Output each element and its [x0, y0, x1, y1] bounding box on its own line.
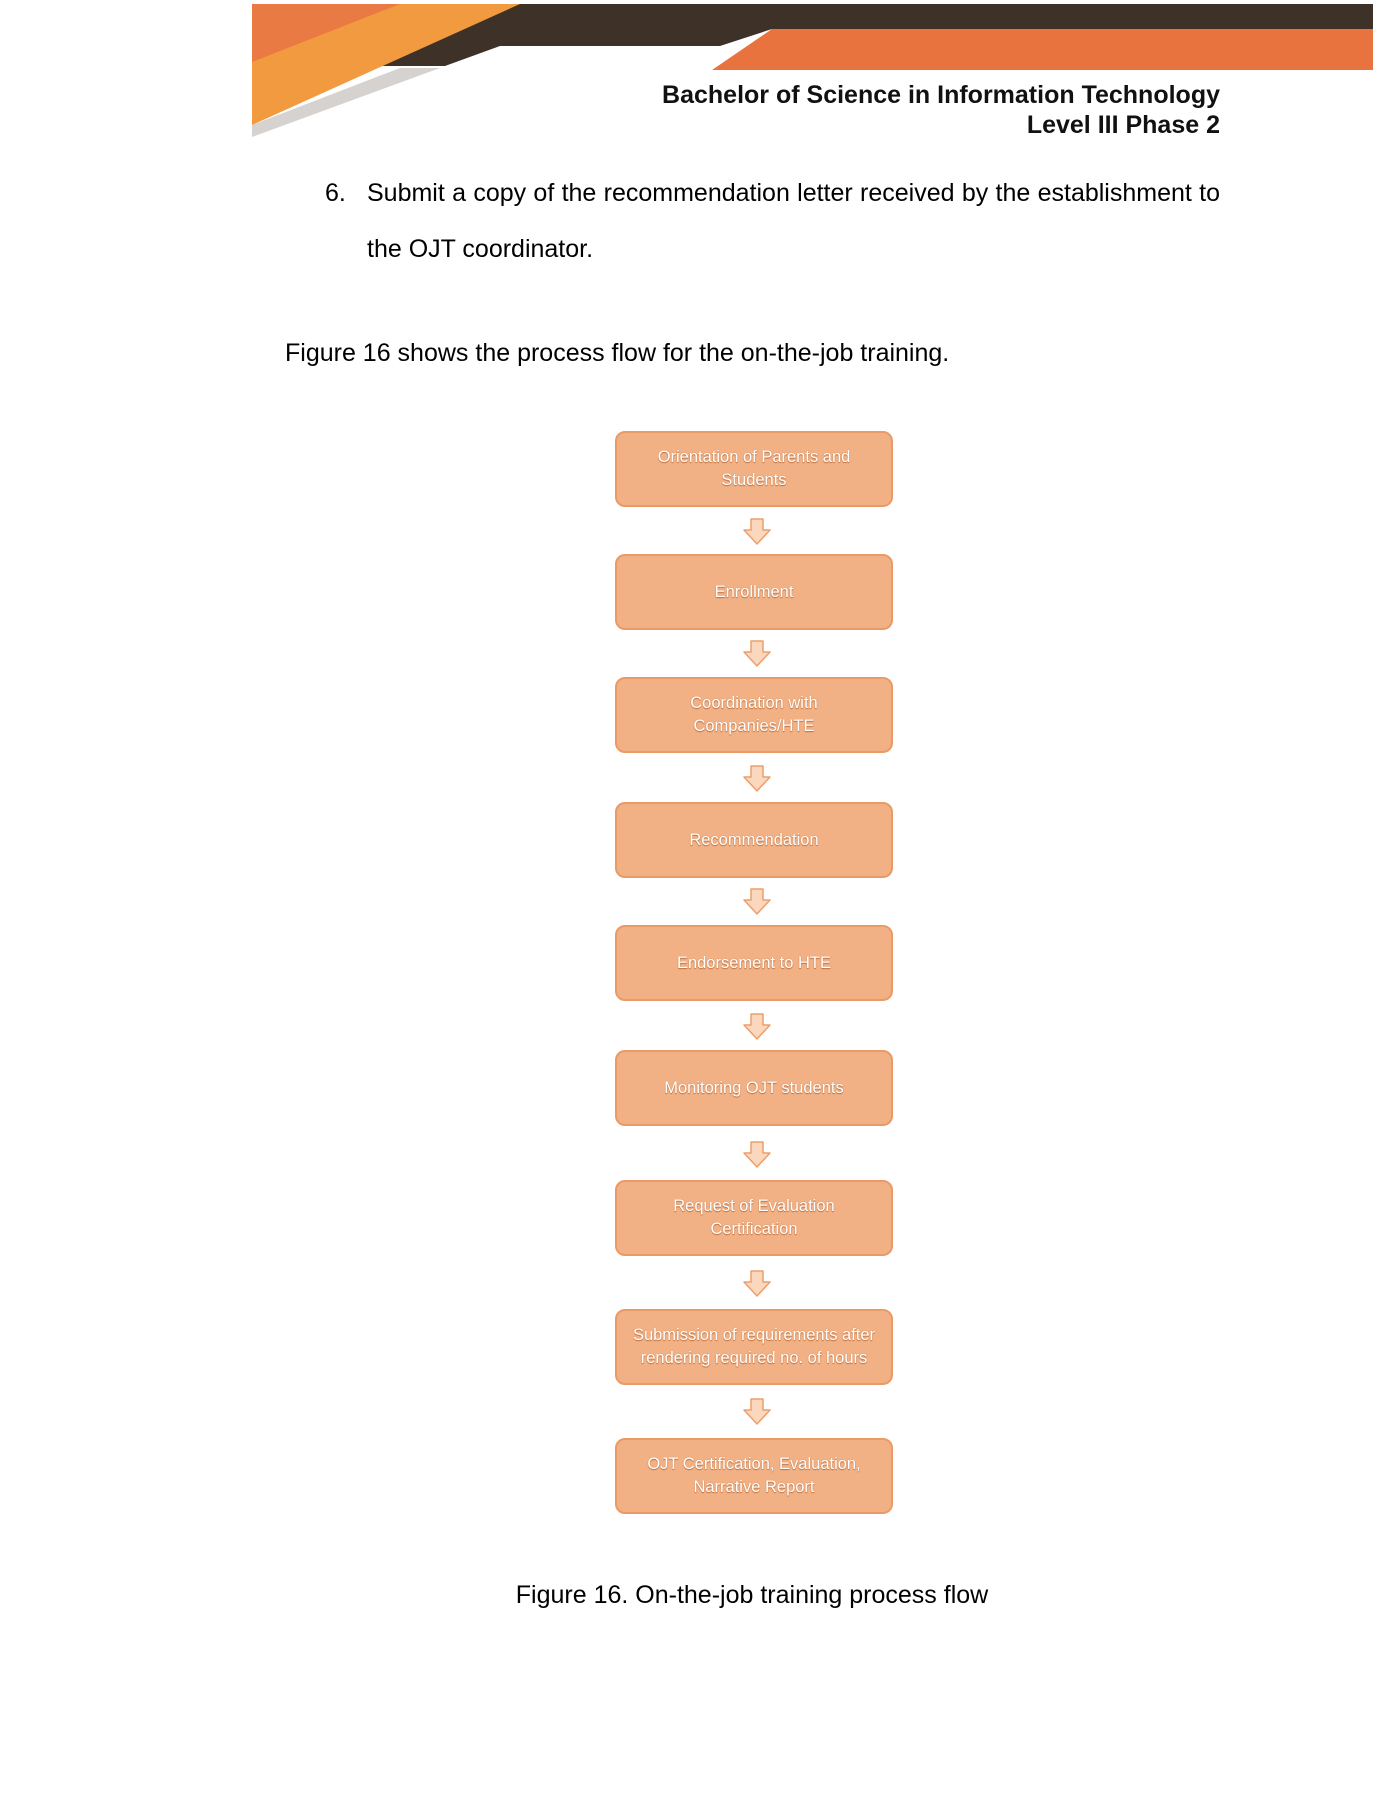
down-arrow-icon	[743, 1270, 771, 1297]
flow-step-recommendation: Recommendation	[615, 802, 893, 878]
process-flow-diagram: Orientation of Parents and Students Enro…	[0, 0, 1390, 1600]
flow-step-certification: OJT Certification, Evaluation, Narrative…	[615, 1438, 893, 1514]
flow-step-orientation: Orientation of Parents and Students	[615, 431, 893, 507]
flow-step-monitoring: Monitoring OJT students	[615, 1050, 893, 1126]
flow-step-enrollment: Enrollment	[615, 554, 893, 630]
down-arrow-icon	[743, 765, 771, 792]
down-arrow-icon	[743, 888, 771, 915]
flow-step-evaluation-request: Request of Evaluation Certification	[615, 1180, 893, 1256]
figure-caption: Figure 16. On-the-job training process f…	[515, 1581, 989, 1609]
flow-step-coordination: Coordination with Companies/HTE	[615, 677, 893, 753]
flow-step-endorsement: Endorsement to HTE	[615, 925, 893, 1001]
down-arrow-icon	[743, 518, 771, 545]
down-arrow-icon	[743, 640, 771, 667]
down-arrow-icon	[743, 1398, 771, 1425]
flow-step-submission: Submission of requirements after renderi…	[615, 1309, 893, 1385]
down-arrow-icon	[743, 1013, 771, 1040]
down-arrow-icon	[743, 1141, 771, 1168]
